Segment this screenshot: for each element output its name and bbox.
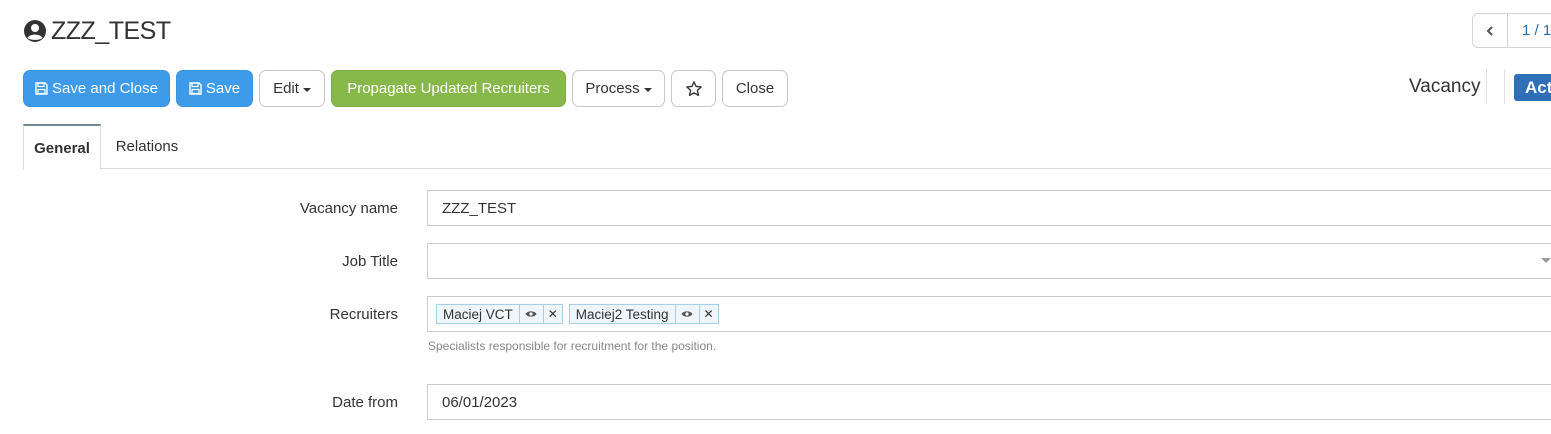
caret-down-icon xyxy=(302,87,311,92)
chevron-left-icon xyxy=(1486,25,1493,36)
recruiter-tag: Maciej VCT ✕ xyxy=(436,304,563,324)
date-from-label: Date from xyxy=(332,394,398,411)
propagate-label: Propagate Updated Recruiters xyxy=(347,80,550,97)
tab-general[interactable]: General xyxy=(23,124,101,170)
job-title-select[interactable] xyxy=(427,243,1551,279)
eye-icon[interactable] xyxy=(674,305,699,323)
previous-record-button[interactable] xyxy=(1473,14,1508,47)
process-label: Process xyxy=(585,80,640,97)
edit-dropdown-button[interactable]: Edit xyxy=(259,70,325,107)
recruiters-label: Recruiters xyxy=(329,306,398,323)
save-button[interactable]: Save xyxy=(176,70,253,107)
caret-down-icon[interactable] xyxy=(1541,258,1551,263)
recruiter-tag-label: Maciej VCT xyxy=(443,306,513,322)
close-label: Close xyxy=(735,80,775,97)
process-dropdown-button[interactable]: Process xyxy=(572,70,665,107)
date-from-value: 06/01/2023 xyxy=(442,393,518,411)
header-divider xyxy=(1486,69,1487,104)
toolbar: Save and Close Save Edit Propagate Updat… xyxy=(23,70,794,107)
page-title: ZZZ_TEST xyxy=(51,16,171,45)
save-and-close-label: Save and Close xyxy=(52,80,158,97)
pager-text: 1 / 1 xyxy=(1522,22,1551,39)
recruiters-tag-input[interactable]: Maciej VCT ✕ Maciej2 Testing ✕ xyxy=(427,296,1551,332)
floppy-disk-icon xyxy=(35,82,48,95)
favorite-button[interactable] xyxy=(671,70,716,107)
recruiter-tag: Maciej2 Testing ✕ xyxy=(568,304,719,324)
eye-icon[interactable] xyxy=(518,305,543,323)
entity-type-label: Vacancy xyxy=(1409,76,1481,97)
header-divider xyxy=(1504,69,1505,104)
close-button[interactable]: Close xyxy=(722,70,788,107)
save-label: Save xyxy=(205,80,241,97)
vacancy-name-value: ZZZ_TEST xyxy=(442,199,517,217)
vacancy-name-label: Vacancy name xyxy=(299,200,398,217)
job-title-label: Job Title xyxy=(342,253,398,270)
recruiters-help-text: Specialists responsible for recruitment … xyxy=(428,339,717,353)
page-header: ZZZ_TEST xyxy=(23,14,171,48)
floppy-disk-icon xyxy=(189,82,202,95)
vacancy-name-input[interactable]: ZZZ_TEST xyxy=(427,190,1551,226)
edit-label: Edit xyxy=(273,80,299,97)
record-pager: 1 / 1 xyxy=(1472,13,1551,48)
recruiter-tag-label: Maciej2 Testing xyxy=(575,306,669,322)
star-icon xyxy=(685,80,702,96)
user-circle-icon xyxy=(23,19,47,43)
tab-relations[interactable]: Relations xyxy=(103,124,191,169)
save-and-close-button[interactable]: Save and Close xyxy=(23,70,170,107)
propagate-recruiters-button[interactable]: Propagate Updated Recruiters xyxy=(331,70,566,107)
status-badge: Act xyxy=(1514,74,1551,101)
tab-bar: General Relations xyxy=(23,124,1551,170)
caret-down-icon xyxy=(643,87,652,92)
remove-tag-icon[interactable]: ✕ xyxy=(542,305,562,323)
remove-tag-icon[interactable]: ✕ xyxy=(698,305,718,323)
date-from-input[interactable]: 06/01/2023 xyxy=(427,384,1551,420)
